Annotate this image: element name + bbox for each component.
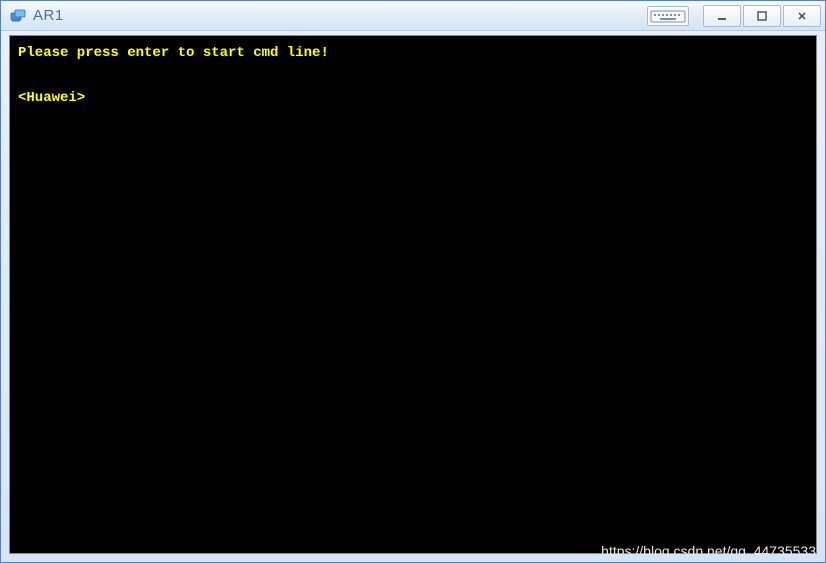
terminal-output-line: Please press enter to start cmd line! xyxy=(18,42,808,64)
window-title: AR1 xyxy=(33,7,647,24)
titlebar[interactable]: AR1 xyxy=(1,1,825,31)
application-window: AR1 xyxy=(0,0,826,563)
window-controls xyxy=(647,5,821,27)
maximize-button[interactable] xyxy=(743,5,781,27)
close-button[interactable] xyxy=(783,5,821,27)
terminal-prompt: <Huawei> xyxy=(18,87,808,109)
keyboard-indicator-icon[interactable] xyxy=(647,6,689,26)
app-icon xyxy=(9,7,27,25)
terminal-area[interactable]: Please press enter to start cmd line! <H… xyxy=(9,35,817,554)
terminal-blank-line xyxy=(18,64,808,86)
minimize-button[interactable] xyxy=(703,5,741,27)
